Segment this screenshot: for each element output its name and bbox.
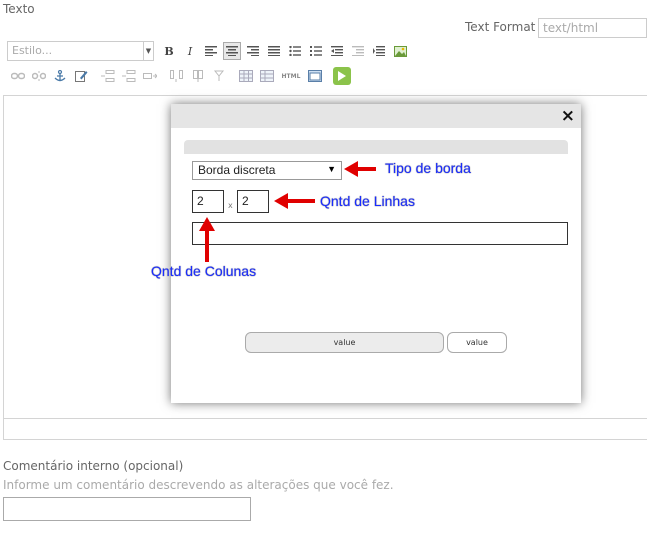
edit-icon[interactable] <box>72 67 90 85</box>
italic-button[interactable]: I <box>181 42 199 60</box>
play-icon[interactable] <box>333 67 351 85</box>
numbered-list-icon[interactable] <box>307 42 325 60</box>
rows-input[interactable]: 2 <box>237 190 269 213</box>
cancel-button[interactable]: value <box>447 332 507 353</box>
dialog-section-band <box>184 140 568 154</box>
unlink-icon[interactable] <box>30 67 48 85</box>
style-select[interactable]: Estilo... ▼ <box>7 41 154 61</box>
close-icon[interactable]: × <box>561 106 575 126</box>
table-row-delete-icon[interactable] <box>120 67 138 85</box>
text-field-label: Texto <box>3 2 35 16</box>
times-label: x <box>228 201 233 210</box>
text-format-label: Text Format <box>465 20 536 34</box>
table-properties-icon[interactable] <box>258 67 276 85</box>
border-type-value: Borda discreta <box>198 163 276 177</box>
comment-label: Comentário interno (opcional) <box>3 459 184 473</box>
annotation-border-type: Tipo de borda <box>385 160 471 176</box>
text-format-input[interactable]: text/html <box>538 18 647 38</box>
border-type-select[interactable]: Borda discreta ▼ <box>192 161 342 180</box>
align-left-icon[interactable] <box>202 42 220 60</box>
annotation-rows: Qntd de Linhas <box>320 193 415 209</box>
bullet-list-icon[interactable] <box>286 42 304 60</box>
align-right-icon[interactable] <box>244 42 262 60</box>
annotation-columns: Qntd de Colunas <box>151 263 257 279</box>
style-select-value: Estilo... <box>12 44 53 57</box>
columns-input[interactable]: 2 <box>192 190 224 213</box>
table-column-insert-icon[interactable] <box>141 67 159 85</box>
bold-button[interactable]: B <box>160 42 178 60</box>
table-cell-merge-icon[interactable] <box>210 67 228 85</box>
table-caption-input[interactable] <box>192 222 568 245</box>
image-icon[interactable] <box>391 42 409 60</box>
editor-bottom-divider <box>3 418 647 419</box>
ok-button[interactable]: value <box>245 332 444 353</box>
html-source-button[interactable]: HTML <box>279 67 303 85</box>
blockquote-icon[interactable] <box>370 42 388 60</box>
table-icon[interactable] <box>237 67 255 85</box>
indent-icon[interactable] <box>349 42 367 60</box>
toolbar-row-1: B I <box>160 42 412 60</box>
preview-icon[interactable] <box>306 67 324 85</box>
anchor-icon[interactable] <box>51 67 69 85</box>
align-justify-icon[interactable] <box>265 42 283 60</box>
dialog-header: × <box>171 104 581 128</box>
link-icon[interactable] <box>9 67 27 85</box>
toolbar-row-2: HTML <box>9 67 351 85</box>
align-center-icon[interactable] <box>223 42 241 60</box>
outdent-icon[interactable] <box>328 42 346 60</box>
chevron-down-icon: ▼ <box>143 42 153 60</box>
comment-input[interactable] <box>3 497 251 521</box>
chevron-down-icon: ▼ <box>327 164 336 174</box>
table-row-insert-icon[interactable] <box>99 67 117 85</box>
table-insert-dialog: × Borda discreta ▼ 2 x 2 value value <box>171 104 581 403</box>
table-column-delete-icon[interactable] <box>168 67 186 85</box>
comment-help-text: Informe um comentário descrevendo as alt… <box>3 478 394 492</box>
table-cell-split-icon[interactable] <box>189 67 207 85</box>
